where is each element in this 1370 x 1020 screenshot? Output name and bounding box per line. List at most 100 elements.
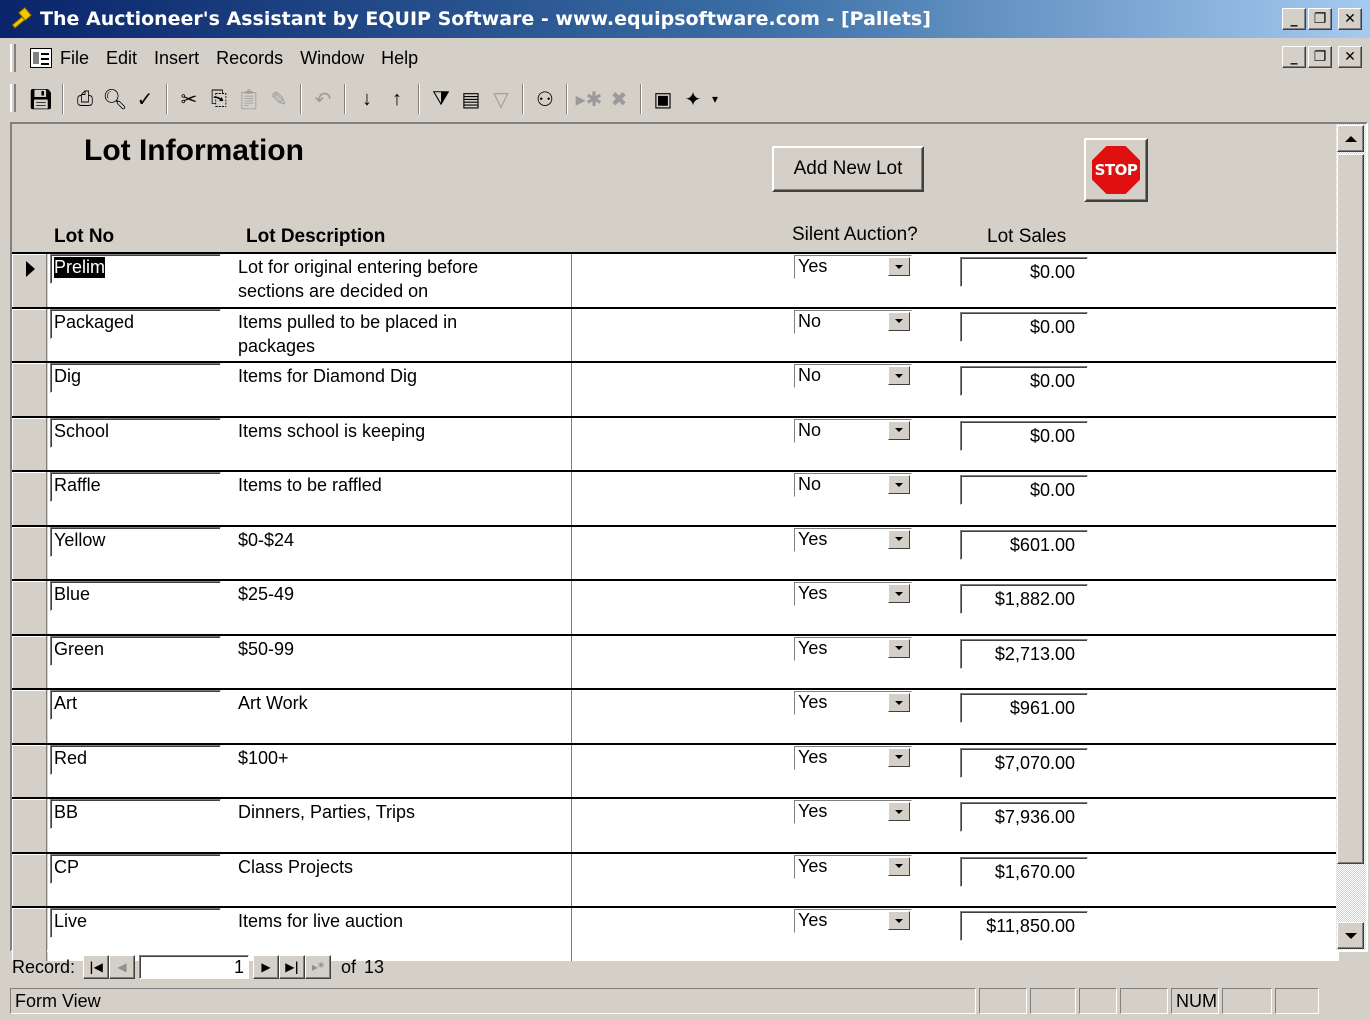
doc-restore-button[interactable]: ❐ bbox=[1308, 46, 1332, 68]
dropdown-arrow-icon[interactable] bbox=[888, 475, 910, 494]
record-selector[interactable] bbox=[12, 308, 47, 361]
lot-no-field[interactable]: CP bbox=[50, 853, 221, 884]
silent-auction-combo[interactable]: Yes bbox=[794, 854, 912, 879]
lot-no-field[interactable]: Yellow bbox=[50, 526, 221, 557]
lot-sales-field[interactable]: $0.00 bbox=[960, 475, 1088, 505]
minimize-button[interactable]: _ bbox=[1282, 8, 1306, 30]
paste-icon[interactable]: 📋︎ bbox=[234, 83, 264, 115]
dropdown-arrow-icon[interactable] bbox=[888, 693, 910, 712]
title-bar[interactable]: The Auctioneer's Assistant by EQUIP Soft… bbox=[0, 0, 1370, 38]
stop-button[interactable]: STOP bbox=[1084, 138, 1148, 202]
save-icon[interactable]: 💾︎ bbox=[26, 83, 56, 115]
record-selector[interactable] bbox=[12, 581, 47, 634]
record-selector[interactable] bbox=[12, 363, 47, 416]
silent-auction-combo[interactable]: Yes bbox=[794, 255, 912, 279]
lot-sales-field[interactable]: $601.00 bbox=[960, 529, 1088, 560]
silent-auction-combo[interactable]: Yes bbox=[794, 691, 912, 715]
menu-help[interactable]: Help bbox=[381, 48, 418, 69]
filter-by-form-icon[interactable]: ▤ bbox=[456, 83, 486, 115]
silent-auction-combo[interactable]: Yes bbox=[794, 636, 912, 661]
silent-auction-combo[interactable]: Yes bbox=[794, 800, 912, 824]
new-record-button[interactable]: ▸* bbox=[305, 955, 332, 979]
print-preview-icon[interactable]: 🔍︎ bbox=[100, 83, 130, 115]
new-object-icon[interactable]: ✦ bbox=[678, 83, 708, 115]
lot-no-field[interactable]: Prelim bbox=[50, 254, 221, 284]
lot-no-field[interactable]: Green bbox=[50, 635, 221, 666]
copy-icon[interactable]: ⎘ bbox=[204, 83, 234, 115]
maximize-button[interactable]: ❐ bbox=[1308, 8, 1332, 30]
silent-auction-combo[interactable]: No bbox=[794, 473, 912, 497]
lot-sales-field[interactable]: $2,713.00 bbox=[960, 638, 1088, 669]
menu-window[interactable]: Window bbox=[300, 48, 364, 69]
dropdown-arrow-icon[interactable] bbox=[888, 802, 910, 821]
lot-description-field[interactable]: Items for Diamond Dig bbox=[238, 364, 538, 388]
sort-descending-icon[interactable]: ↑ bbox=[382, 83, 412, 115]
close-button[interactable]: ✕ bbox=[1338, 8, 1362, 30]
lot-sales-field[interactable]: $961.00 bbox=[960, 693, 1088, 723]
lot-sales-field[interactable]: $0.00 bbox=[960, 366, 1088, 396]
dropdown-arrow-icon[interactable] bbox=[888, 856, 910, 876]
dropdown-arrow-icon[interactable] bbox=[888, 638, 910, 658]
format-painter-icon[interactable]: ✎ bbox=[264, 83, 294, 115]
lot-description-field[interactable]: $100+ bbox=[238, 746, 538, 770]
dropdown-arrow-icon[interactable] bbox=[888, 311, 910, 331]
current-record-input[interactable]: 1 bbox=[139, 955, 250, 979]
previous-record-button[interactable]: ◀ bbox=[109, 955, 136, 979]
lot-sales-field[interactable]: $0.00 bbox=[960, 420, 1088, 451]
silent-auction-combo[interactable]: Yes bbox=[794, 527, 912, 552]
toolbar-grip[interactable] bbox=[10, 44, 16, 72]
find-binoculars-icon[interactable]: ⚇ bbox=[530, 83, 560, 115]
lot-no-field[interactable]: Dig bbox=[50, 363, 221, 393]
lot-description-field[interactable]: Lot for original entering before section… bbox=[238, 255, 538, 303]
delete-record-icon[interactable]: ✖ bbox=[604, 83, 634, 115]
spelling-icon[interactable]: ✓ bbox=[130, 83, 160, 115]
scroll-up-button[interactable] bbox=[1337, 125, 1364, 152]
dropdown-arrow-icon[interactable] bbox=[888, 529, 910, 549]
record-selector[interactable] bbox=[12, 254, 47, 307]
lot-description-field[interactable]: $25-49 bbox=[238, 582, 538, 606]
lot-sales-field[interactable]: $11,850.00 bbox=[960, 911, 1088, 941]
lot-sales-field[interactable]: $0.00 bbox=[960, 257, 1088, 287]
lot-no-field[interactable]: School bbox=[50, 417, 221, 448]
new-record-icon[interactable]: ▸✱ bbox=[574, 83, 604, 115]
lot-description-field[interactable]: $0-$24 bbox=[238, 528, 538, 552]
lot-no-field[interactable]: Raffle bbox=[50, 472, 221, 502]
menu-records[interactable]: Records bbox=[216, 48, 283, 69]
dropdown-arrow-icon[interactable] bbox=[888, 257, 910, 276]
record-selector[interactable] bbox=[12, 526, 47, 579]
add-new-lot-button[interactable]: Add New Lot bbox=[772, 146, 924, 192]
record-selector[interactable] bbox=[12, 635, 47, 688]
silent-auction-combo[interactable]: Yes bbox=[794, 745, 912, 770]
dropdown-arrow-icon[interactable] bbox=[888, 747, 910, 767]
dropdown-arrow-icon[interactable] bbox=[888, 584, 910, 603]
database-window-icon[interactable]: ▣ bbox=[648, 83, 678, 115]
lot-no-field[interactable]: Live bbox=[50, 908, 221, 938]
sort-ascending-icon[interactable]: ↓ bbox=[352, 83, 382, 115]
toolbar-grip[interactable] bbox=[10, 84, 16, 112]
record-selector[interactable] bbox=[12, 472, 47, 525]
menu-file[interactable]: File bbox=[60, 48, 89, 69]
silent-auction-combo[interactable]: Yes bbox=[794, 909, 912, 933]
scroll-thumb[interactable] bbox=[1337, 154, 1364, 864]
lot-no-field[interactable]: BB bbox=[50, 799, 221, 829]
first-record-button[interactable]: |◀ bbox=[83, 955, 110, 979]
dropdown-arrow-icon[interactable] bbox=[888, 911, 910, 930]
new-object-dropdown-icon[interactable]: ▾ bbox=[708, 83, 722, 115]
lot-sales-field[interactable]: $1,670.00 bbox=[960, 856, 1088, 887]
dropdown-arrow-icon[interactable] bbox=[888, 420, 910, 440]
lot-no-field[interactable]: Art bbox=[50, 690, 221, 720]
last-record-button[interactable]: ▶| bbox=[279, 955, 306, 979]
scroll-down-button[interactable] bbox=[1337, 922, 1364, 949]
cut-icon[interactable]: ✂ bbox=[174, 83, 204, 115]
record-selector[interactable] bbox=[12, 690, 47, 743]
print-icon[interactable]: ⎙ bbox=[70, 83, 100, 115]
lot-no-field[interactable]: Blue bbox=[50, 581, 221, 611]
next-record-button[interactable]: ▶ bbox=[253, 955, 280, 979]
undo-icon[interactable]: ↶ bbox=[308, 83, 338, 115]
doc-close-button[interactable]: ✕ bbox=[1338, 46, 1362, 68]
record-selector[interactable] bbox=[12, 744, 47, 797]
lot-no-field[interactable]: Packaged bbox=[50, 308, 221, 339]
lot-sales-field[interactable]: $7,070.00 bbox=[960, 747, 1088, 778]
menu-insert[interactable]: Insert bbox=[154, 48, 199, 69]
silent-auction-combo[interactable]: No bbox=[794, 309, 912, 334]
